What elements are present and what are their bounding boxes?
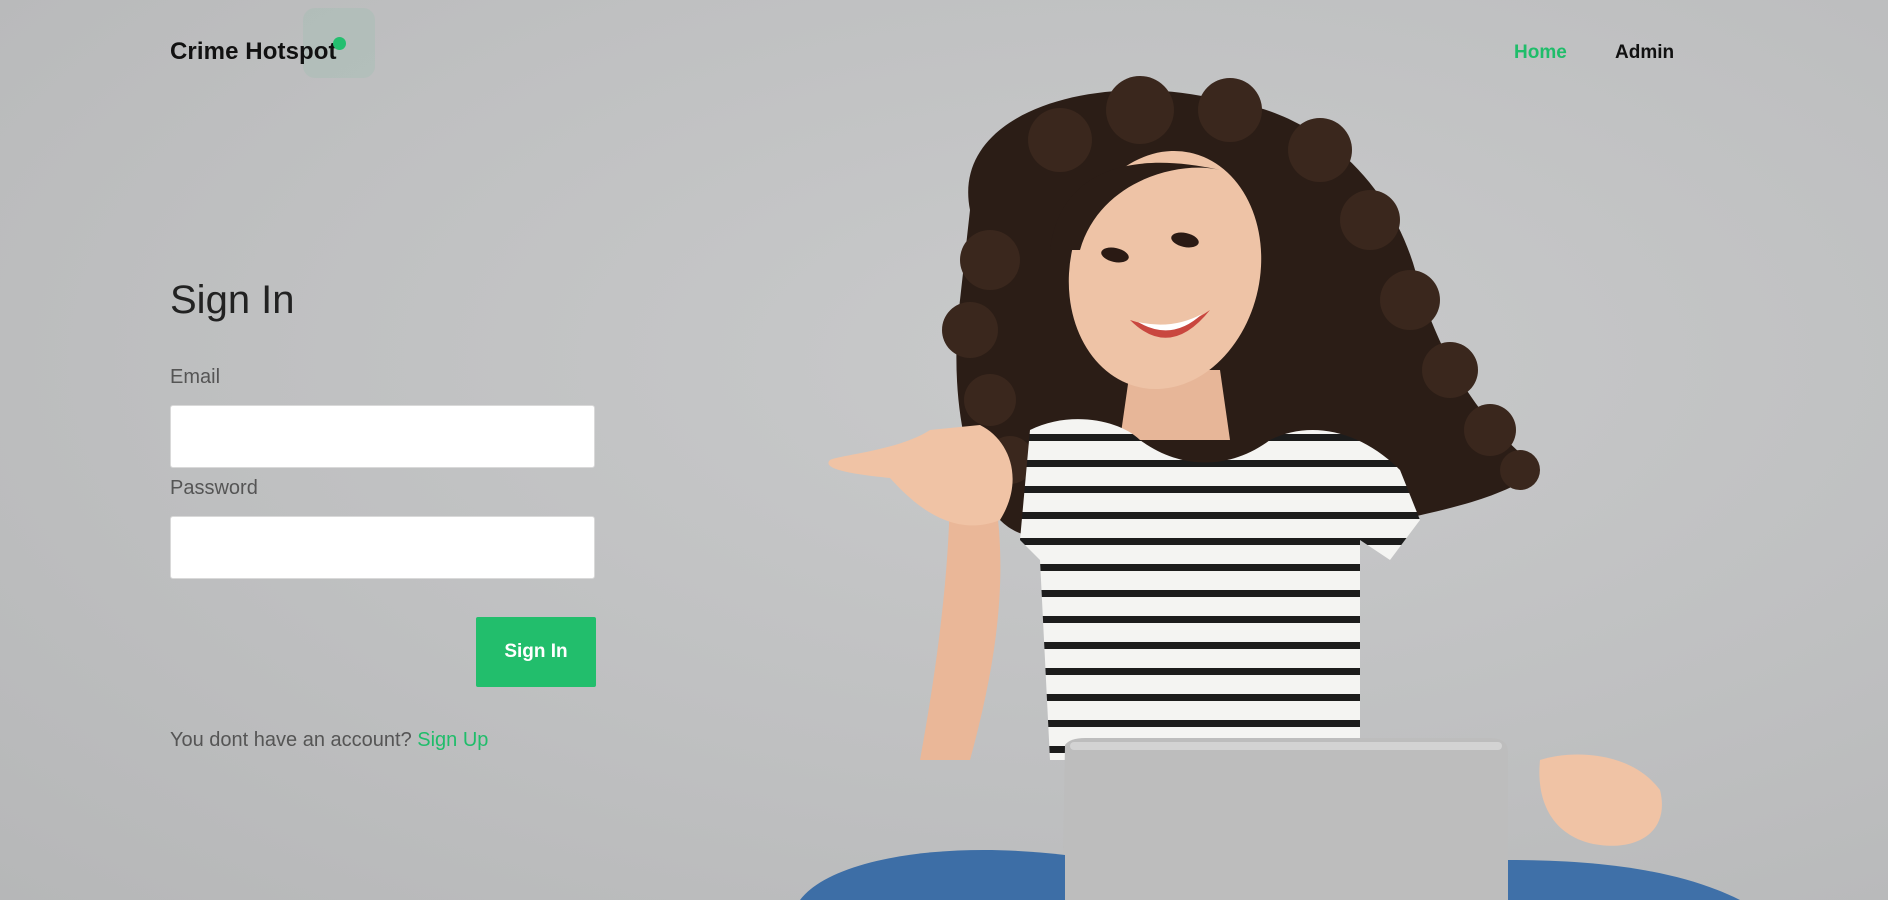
laptop xyxy=(1062,738,1508,900)
sign-up-link[interactable]: Sign Up xyxy=(417,729,488,751)
hero-photo xyxy=(800,76,1740,900)
striped-shirt xyxy=(1020,419,1420,760)
account-prompt: You dont have an account? Sign Up xyxy=(170,729,488,752)
password-label: Password xyxy=(170,477,258,499)
password-field[interactable] xyxy=(170,516,595,579)
sign-in-button[interactable]: Sign In xyxy=(476,617,596,687)
email-label: Email xyxy=(170,366,221,388)
page-title: Sign In xyxy=(170,278,295,322)
laptop-highlight xyxy=(1070,742,1502,750)
email-field[interactable] xyxy=(170,405,595,468)
brand-logo[interactable]: Crime Hotspot xyxy=(170,38,337,66)
account-prompt-text: You dont have an account? xyxy=(170,729,412,751)
brand-dot-icon xyxy=(333,37,346,50)
